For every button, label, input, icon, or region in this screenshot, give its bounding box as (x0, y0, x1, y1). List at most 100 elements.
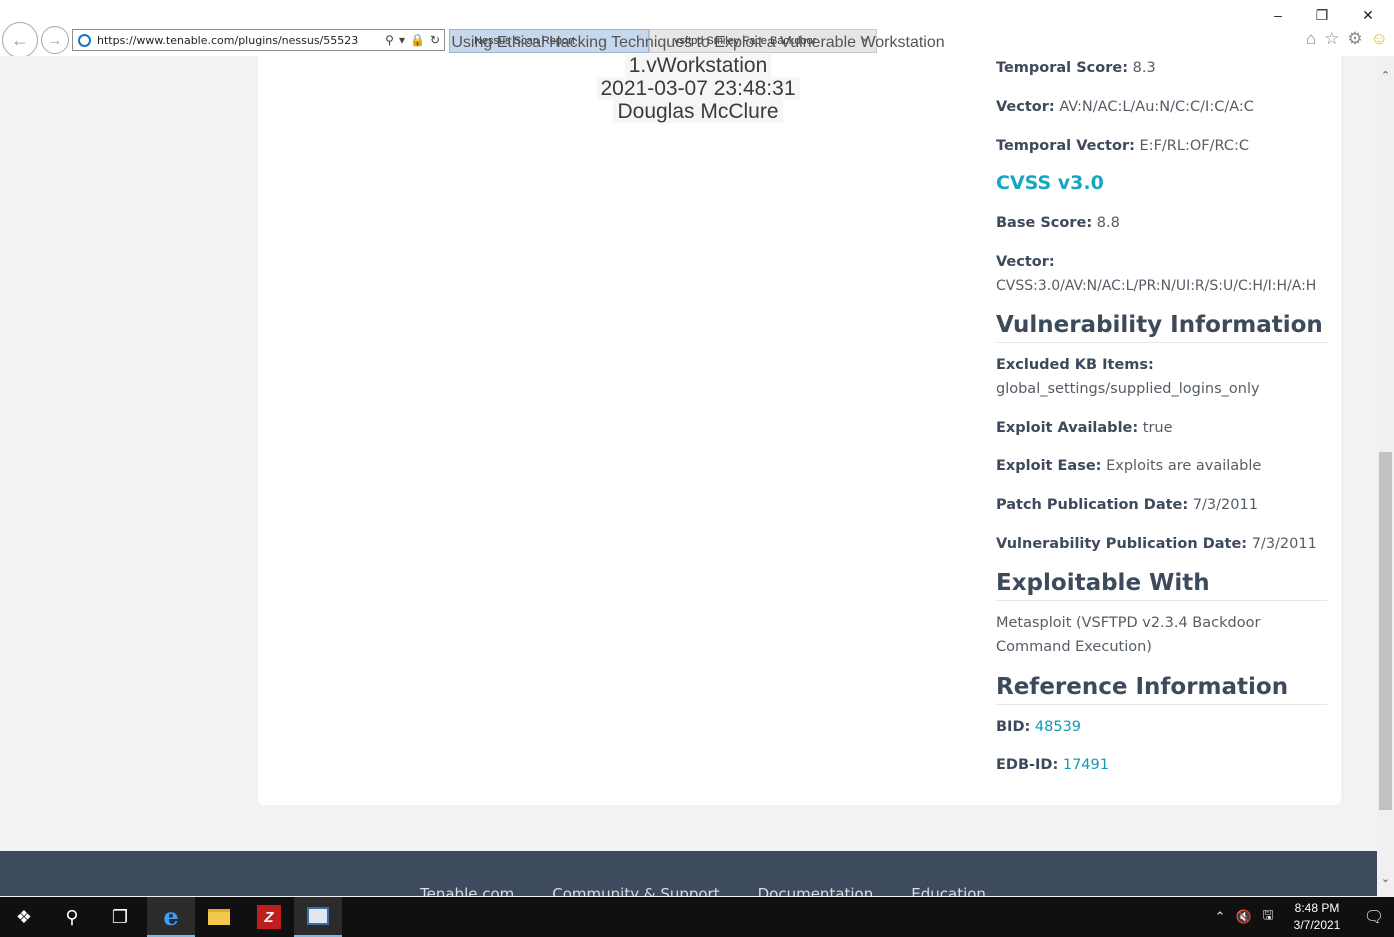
start-button[interactable]: ❖ (0, 897, 48, 937)
excluded-kb-label: Excluded KB Items: (996, 357, 1154, 373)
search-button[interactable]: ⚲ (48, 897, 96, 937)
internet-explorer-icon: e (163, 901, 179, 931)
forward-arrow-icon: → (48, 32, 62, 48)
edb-id-label: EDB-ID: (996, 757, 1059, 773)
task-view-button[interactable]: ❐ (96, 897, 144, 937)
base-score-row: Base Score: 8.8 (996, 211, 1327, 235)
page-favicon-icon (78, 33, 91, 47)
task-view-icon: ❐ (111, 906, 129, 927)
vector-label: Vector: (996, 99, 1055, 115)
base-score-label: Base Score: (996, 215, 1093, 231)
search-icon: ⚲ (65, 906, 79, 927)
address-bar-actions: ⚲ ▾ 🔒 ↻ (385, 33, 440, 47)
excluded-kb-row: Excluded KB Items: global_settings/suppl… (996, 353, 1327, 401)
vulnerability-publication-row: Vulnerability Publication Date: 7/3/2011 (996, 532, 1327, 556)
url-text[interactable]: https://www.tenable.com/plugins/nessus/5… (97, 34, 385, 47)
back-arrow-icon: ← (11, 29, 29, 50)
lock-icon[interactable]: 🔒 (410, 33, 425, 47)
vulnerability-publication-value: 7/3/2011 (1251, 536, 1317, 552)
volume-muted-icon[interactable]: 🔇 (1232, 909, 1256, 925)
edb-id-row: EDB-ID: 17491 (996, 753, 1327, 777)
clock-time: 8:48 PM (1294, 901, 1340, 915)
footer-link-documentation[interactable]: Documentation (758, 885, 874, 896)
exploit-ease-value: Exploits are available (1106, 458, 1262, 474)
temporal-vector-value: E:F/RL:OF/RC:C (1139, 138, 1249, 154)
exploitable-with-heading: Exploitable With (996, 570, 1327, 601)
patch-publication-value: 7/3/2011 (1192, 497, 1258, 513)
cvss3-vector-label: Vector: (996, 254, 1055, 270)
remote-desktop-taskbar-button[interactable] (294, 897, 342, 937)
footer-link-education[interactable]: Education (911, 885, 986, 896)
bid-link[interactable]: 48539 (1035, 719, 1081, 735)
patch-publication-row: Patch Publication Date: 7/3/2011 (996, 493, 1327, 517)
windows-taskbar: ❖ ⚲ ❐ e Z ⌃ 🔇 🖫 8:48 PM 3/7/2021 🗨 (0, 897, 1394, 937)
home-icon[interactable]: ⌂ (1306, 29, 1316, 49)
vector-row: Vector: AV:N/AC:L/Au:N/C:C/I:C/A:C (996, 95, 1327, 119)
vector-value: AV:N/AC:L/Au:N/C:C/I:C/A:C (1059, 99, 1254, 115)
show-hidden-icons-chevron-icon[interactable]: ⌃ (1208, 909, 1232, 925)
watermark-title: Using Ethical Hacking Techniques to Expl… (451, 34, 945, 51)
watermark-author: Douglas McClure (613, 100, 783, 123)
clock-date: 3/7/2021 (1293, 918, 1341, 932)
exploit-available-row: Exploit Available: true (996, 416, 1327, 440)
exploitable-with-row: Metasploit (VSFTPD v2.3.4 Backdoor Comma… (996, 611, 1327, 659)
filezilla-icon: Z (257, 905, 281, 929)
address-bar[interactable]: https://www.tenable.com/plugins/nessus/5… (72, 29, 445, 51)
cvss3-vector-value: CVSS:3.0/AV:N/AC:L/PR:N/UI:R/S:U/C:H/I:H… (996, 278, 1317, 294)
exploit-ease-row: Exploit Ease: Exploits are available (996, 454, 1327, 478)
back-button[interactable]: ← (2, 22, 38, 58)
close-window-button[interactable]: ✕ (1346, 4, 1390, 26)
watermark-timestamp: 2021-03-07 23:48:31 (596, 77, 800, 100)
vulnerability-publication-label: Vulnerability Publication Date: (996, 536, 1248, 552)
vertical-scrollbar[interactable]: ⌃ ⌄ (1377, 56, 1394, 896)
feedback-smiley-icon[interactable]: ☺ (1371, 29, 1388, 49)
notifications-icon[interactable]: 🗨 (1354, 907, 1394, 927)
scroll-down-chevron-icon[interactable]: ⌄ (1377, 871, 1394, 888)
refresh-icon[interactable]: ↻ (430, 33, 440, 47)
bid-row: BID: 48539 (996, 715, 1327, 739)
reference-information-heading: Reference Information (996, 674, 1327, 705)
watermark-overlay: Using Ethical Hacking Techniques to Expl… (448, 34, 948, 123)
exploit-ease-label: Exploit Ease: (996, 458, 1102, 474)
cvss3-heading: CVSS v3.0 (996, 172, 1104, 194)
footer-links: Tenable.com Community & Support Document… (420, 885, 986, 896)
restore-button[interactable]: ❐ (1300, 4, 1344, 26)
favorites-star-icon[interactable]: ☆ (1324, 29, 1339, 49)
remote-desktop-icon (307, 907, 329, 925)
cvss3-vector-row: Vector: CVSS:3.0/AV:N/AC:L/PR:N/UI:R/S:U… (996, 250, 1327, 298)
network-icon[interactable]: 🖫 (1256, 906, 1280, 928)
temporal-vector-row: Temporal Vector: E:F/RL:OF/RC:C (996, 134, 1327, 158)
patch-publication-label: Patch Publication Date: (996, 497, 1189, 513)
temporal-score-row: Temporal Score: 8.3 (996, 56, 1327, 80)
settings-gear-icon[interactable]: ⚙ (1347, 29, 1362, 49)
edb-id-link[interactable]: 17491 (1063, 757, 1109, 773)
temporal-score-label: Temporal Score: (996, 60, 1128, 76)
taskbar-clock[interactable]: 8:48 PM 3/7/2021 (1286, 900, 1348, 934)
minimize-button[interactable]: – (1256, 4, 1300, 26)
footer-link-community-support[interactable]: Community & Support (552, 885, 719, 896)
exploit-available-value: true (1142, 420, 1173, 436)
forward-button[interactable]: → (41, 26, 69, 54)
scrollbar-thumb[interactable] (1379, 452, 1392, 810)
temporal-score-value: 8.3 (1132, 60, 1156, 76)
search-icon[interactable]: ⚲ (385, 33, 394, 47)
exploit-available-label: Exploit Available: (996, 420, 1139, 436)
bid-label: BID: (996, 719, 1031, 735)
watermark-workstation: 1.vWorkstation (624, 54, 772, 77)
site-footer: Tenable.com Community & Support Document… (0, 851, 1377, 896)
base-score-value: 8.8 (1096, 215, 1120, 231)
filezilla-taskbar-button[interactable]: Z (245, 897, 293, 937)
scroll-up-chevron-icon[interactable]: ⌃ (1377, 68, 1394, 85)
excluded-kb-value: global_settings/supplied_logins_only (996, 381, 1260, 397)
vulnerability-information-heading: Vulnerability Information (996, 312, 1327, 343)
folder-icon (208, 909, 230, 925)
footer-link-tenable[interactable]: Tenable.com (420, 885, 514, 896)
exploitable-with-value: Metasploit (VSFTPD v2.3.4 Backdoor Comma… (996, 615, 1261, 655)
windows-logo-icon: ❖ (15, 906, 33, 927)
file-explorer-taskbar-button[interactable] (195, 897, 243, 937)
temporal-vector-label: Temporal Vector: (996, 138, 1135, 154)
page-viewport: Temporal Score: 8.3 Vector: AV:N/AC:L/Au… (0, 56, 1377, 896)
internet-explorer-taskbar-button[interactable]: e (147, 897, 195, 937)
system-tray: ⌃ 🔇 🖫 8:48 PM 3/7/2021 🗨 (1208, 897, 1394, 937)
dropdown-chevron-icon[interactable]: ▾ (399, 33, 405, 47)
